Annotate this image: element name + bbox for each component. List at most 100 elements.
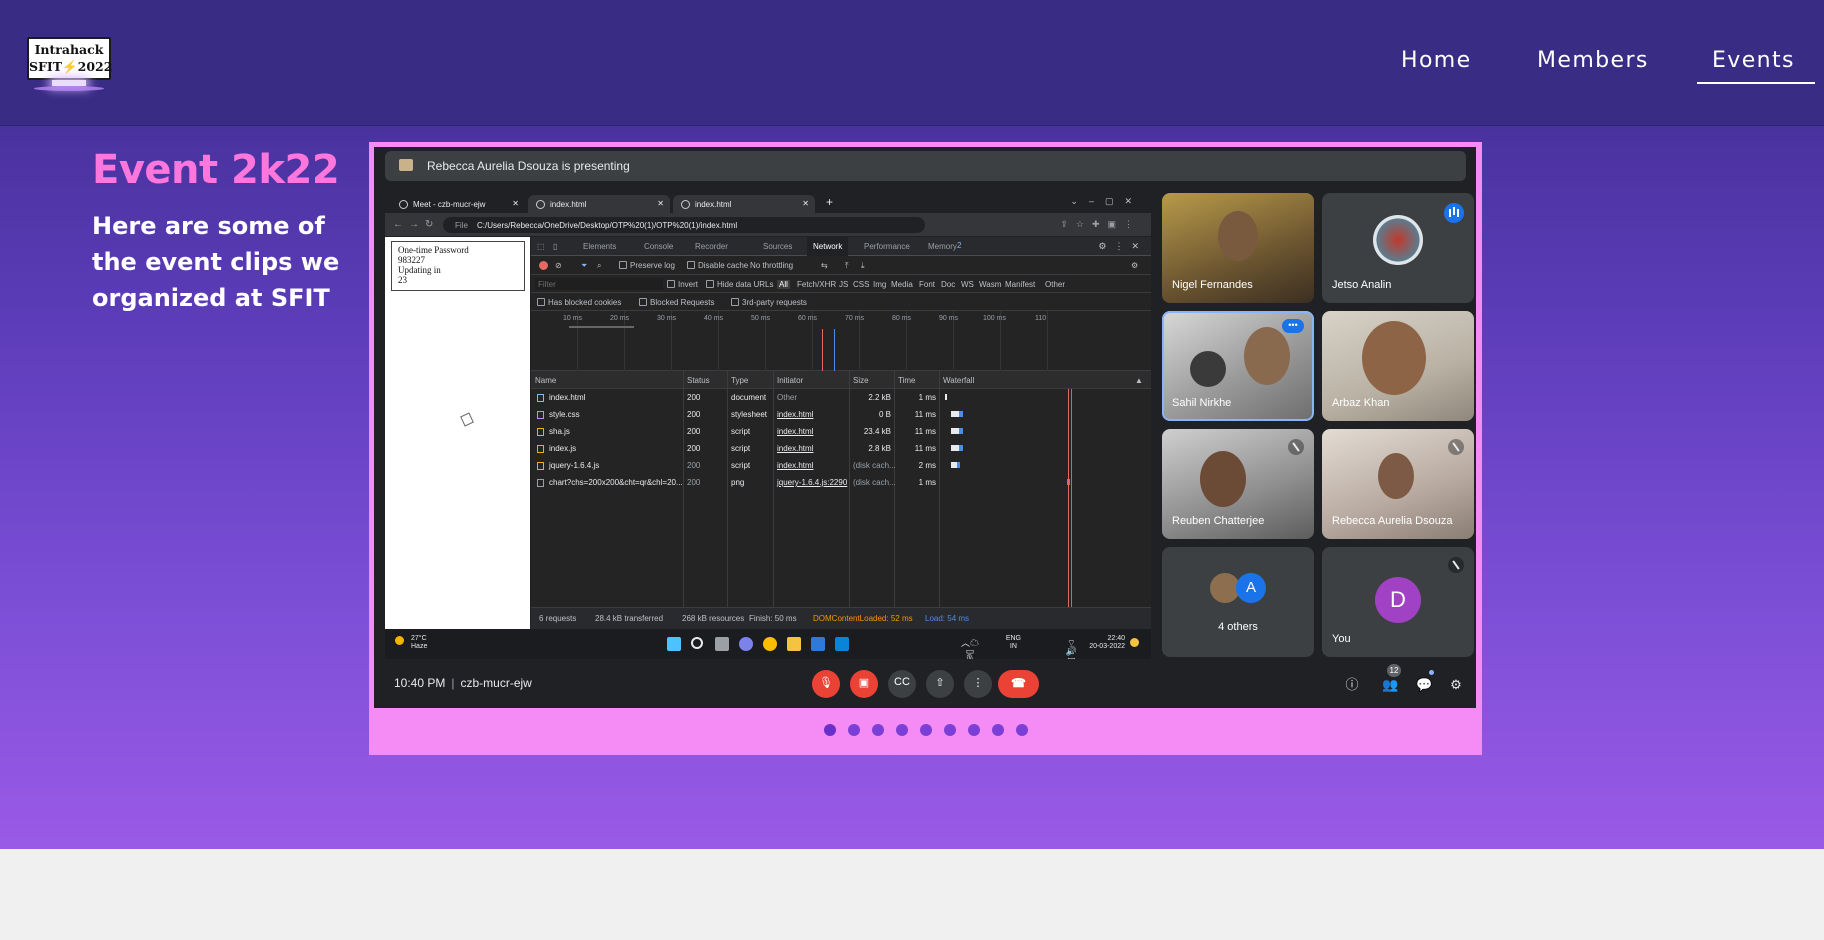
participant-tile: Reuben Chatterjee: [1162, 429, 1314, 539]
disable-cache-checkbox: [687, 261, 695, 269]
windows-start-icon: [667, 637, 681, 651]
more-options-button: ⋮: [964, 670, 992, 698]
participant-tile: Rebecca Aurelia Dsouza: [1322, 429, 1474, 539]
event-carousel: Rebecca Aurelia Dsouza is presenting Mee…: [369, 142, 1482, 755]
carousel-dot[interactable]: [895, 724, 908, 736]
invert-label: Invert: [678, 280, 699, 289]
carousel-slide-image: Rebecca Aurelia Dsouza is presenting Mee…: [374, 147, 1476, 708]
cell-size: 23.4 kB: [863, 427, 891, 436]
carousel-dot[interactable]: [967, 724, 980, 736]
nav-events-link[interactable]: Events: [1712, 48, 1795, 73]
participant-video: [1200, 451, 1246, 507]
vscode-icon: [835, 637, 849, 651]
cell-name: style.css: [549, 410, 580, 419]
otp-box: One-time Password 983227 Updating in 23: [391, 241, 525, 291]
intrahack-logo[interactable]: Intrahack SFIT⚡2022: [24, 33, 114, 91]
devtools-panel: ⬚ ▯ Elements Console Recorder Sources Ne…: [531, 237, 1151, 629]
search-icon: [691, 637, 703, 649]
devtools-tab: Console: [644, 242, 674, 251]
timeline-load-marker: [822, 329, 823, 371]
more-options-icon[interactable]: •••: [1282, 319, 1304, 333]
cell-status: 200: [687, 461, 701, 470]
timeline-bar: [569, 326, 634, 328]
participant-video: [1378, 453, 1414, 499]
waterfall-bar: [945, 394, 947, 400]
carousel-dot[interactable]: [1015, 724, 1028, 736]
todo-icon: [811, 637, 825, 651]
carousel-dot[interactable]: [943, 724, 956, 736]
nav-home-link[interactable]: Home: [1401, 48, 1472, 73]
self-avatar-letter: D: [1375, 577, 1421, 623]
muted-mic-icon: [1448, 439, 1464, 455]
cell-type: png: [731, 478, 745, 487]
timeline-tick: 20 ms: [610, 315, 630, 322]
shared-screen: Meet - czb-mucr-ejw ✕ index.html ✕ index.h…: [385, 193, 1151, 659]
timeline-tick: 50 ms: [751, 315, 771, 322]
filter-type: WS: [961, 280, 974, 289]
nav-members-link[interactable]: Members: [1537, 48, 1649, 73]
participant-tile: Arbaz Khan: [1322, 311, 1474, 421]
filter-bar-2: Has blocked cookies Blocked Requests 3rd…: [531, 293, 1151, 311]
column-header: Time: [898, 376, 916, 385]
network-toolbar: ⊘ ⏷ ⌕ Preserve log Disable cache No thro…: [531, 256, 1151, 275]
disable-cache-label: Disable cache: [698, 261, 749, 270]
timeline-tick: 80 ms: [892, 315, 912, 322]
settings-icon: ⚙: [1131, 261, 1139, 270]
column-header: Initiator: [777, 376, 804, 385]
weather-condition: Haze: [411, 643, 428, 650]
new-tab-icon: +: [826, 195, 834, 209]
participant-name: Jetso Analin: [1332, 279, 1392, 291]
summary-finish: Finish: 50 ms: [749, 614, 797, 623]
participant-name: You: [1332, 633, 1351, 645]
mouse-cursor-icon: [460, 412, 474, 427]
cell-type: document: [731, 393, 767, 402]
carousel-dot[interactable]: [823, 724, 836, 736]
people-count-badge: 12: [1387, 664, 1401, 677]
otp-seconds: 23: [398, 275, 407, 285]
web-page-viewport: One-time Password 983227 Updating in 23: [385, 237, 530, 629]
cell-status: 200: [687, 444, 701, 453]
filter-icon: ⏷: [581, 261, 588, 270]
filter-type: Fetch/XHR: [797, 280, 837, 289]
document-file-icon: [537, 394, 544, 402]
devtools-tab-active: Network: [807, 237, 849, 256]
participant-name: Arbaz Khan: [1332, 397, 1390, 409]
browser-tab: index.html ✕: [673, 195, 815, 213]
carousel-dot[interactable]: [847, 724, 860, 736]
cell-status: 200: [687, 393, 701, 402]
image-file-icon: [537, 479, 544, 487]
clock-time: 22:40: [1107, 635, 1125, 642]
table-row: sha.js 200 script index.html 23.4 kB 11 …: [531, 424, 1151, 441]
carousel-dot[interactable]: [991, 724, 1004, 736]
cell-name: index.html: [549, 393, 586, 402]
carousel-dot[interactable]: [919, 724, 932, 736]
cell-type: stylesheet: [731, 410, 768, 419]
browser-tab: Meet - czb-mucr-ejw ✕: [391, 195, 525, 213]
column-header: Name: [535, 376, 557, 385]
third-party-checkbox: [731, 298, 739, 306]
column-header: Status: [687, 376, 710, 385]
table-row: index.html 200 document Other 2.2 kB 1 m…: [531, 390, 1151, 407]
presenter-icon: [399, 159, 413, 171]
devtools-tab: Sources: [763, 242, 793, 251]
summary-load: Load: 54 ms: [925, 614, 970, 623]
browser-tabstrip: Meet - czb-mucr-ejw ✕ index.html ✕ index.h…: [385, 193, 1151, 213]
carousel-dot[interactable]: [871, 724, 884, 736]
tab-label: index.html: [695, 200, 732, 209]
hide-data-urls-label: Hide data URLs: [717, 280, 774, 289]
cell-time: 1 ms: [918, 393, 936, 402]
devtools-tab: Elements: [583, 242, 617, 251]
language-region: IN: [1009, 643, 1017, 650]
end-call-icon: ☎: [1011, 676, 1026, 690]
window-controls: ⌄–▢✕: [1070, 196, 1143, 206]
logo-line1: Intrahack: [34, 42, 104, 57]
timeline-tick: 30 ms: [657, 315, 677, 322]
chat-icon: 💬: [1416, 677, 1433, 692]
cell-initiator: jquery-1.6.4.js:2290: [777, 478, 848, 487]
cell-time: 2 ms: [918, 461, 936, 470]
waterfall-dcl-marker: [1071, 389, 1072, 607]
cell-name: chart?chs=200x200&cht=qr&chl=20...: [549, 478, 683, 487]
summary-requests: 6 requests: [539, 614, 577, 623]
waterfall-bar: [959, 445, 963, 451]
network-volume-icons: ⌔🔊▭: [1065, 638, 1078, 660]
